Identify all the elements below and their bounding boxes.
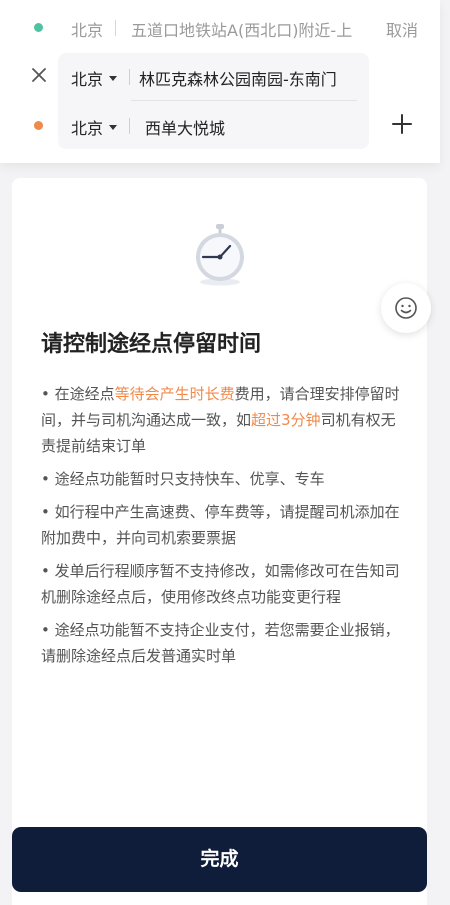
page: 北京 五道口地铁站A(西北口)附近-上 取消 北京 林匹克森林公园南园-东南门 … [0,0,450,905]
rule-text: • 发单后行程顺序暂不支持修改，如需修改可在告知司机删除途经点后，使用修改终点功… [41,562,400,606]
destination-city-select[interactable]: 北京 [71,115,118,139]
sheet-title: 请控制途经点停留时间 [41,332,262,357]
row-divider [131,100,357,101]
waypoint-rules-sheet: 请控制途经点停留时间 • 在途经点等待会产生时长费费用，请合理安排停留时间，并与… [12,178,427,905]
destination-divider [129,118,130,134]
start-address[interactable]: 五道口地铁站A(西北口)附近-上 [131,17,367,41]
via-address-input[interactable]: 林匹克森林公园南园-东南门 [139,66,361,90]
feedback-button[interactable] [381,283,431,333]
done-button[interactable]: 完成 [12,827,427,892]
destination-city-label: 北京 [71,119,104,138]
rule-item: • 途经点功能暂时只支持快车、优享、专车 [41,466,406,492]
smiley-icon [395,297,417,319]
destination-dot [34,121,43,130]
via-divider [129,69,130,85]
cancel-button[interactable]: 取消 [386,17,418,41]
destination-address-input[interactable]: 西单大悦城 [145,115,225,139]
start-row[interactable]: 北京 五道口地铁站A(西北口)附近-上 取消 [0,0,440,56]
rule-text: • 途经点功能暂时只支持快车、优享、专车 [41,470,325,488]
rule-highlight-text: 超过3分钟 [251,411,321,429]
route-panel: 北京 五道口地铁站A(西北口)附近-上 取消 北京 林匹克森林公园南园-东南门 … [0,0,440,163]
rule-text: • 如行程中产生高速费、停车费等，请提醒司机添加在附加费中，并向司机索要票据 [41,503,400,547]
via-city-label: 北京 [71,70,104,89]
close-icon[interactable] [30,66,48,84]
rules-list: • 在途经点等待会产生时长费费用，请合理安排停留时间，并与司机沟通达成一致，如超… [41,381,406,676]
chevron-down-icon [109,76,118,81]
stopwatch-icon [192,222,248,288]
chevron-down-icon [109,125,118,130]
rule-text: • 在途经点 [41,385,115,403]
rule-item: • 在途经点等待会产生时长费费用，请合理安排停留时间，并与司机沟通达成一致，如超… [41,381,406,459]
rule-item: • 途经点功能暂不支持企业支付，若您需要企业报销，请删除途经点后发普通实时单 [41,617,406,669]
plus-icon[interactable] [390,112,414,136]
rule-text: • 途经点功能暂不支持企业支付，若您需要企业报销，请删除途经点后发普通实时单 [41,621,400,665]
rule-item: • 如行程中产生高速费、停车费等，请提醒司机添加在附加费中，并向司机索要票据 [41,499,406,551]
via-city-select[interactable]: 北京 [71,66,118,90]
start-divider [115,20,116,36]
rule-highlight-text: 等待会产生时长费 [114,385,235,403]
start-dot [34,23,43,32]
start-city[interactable]: 北京 [71,17,103,41]
rule-item: • 发单后行程顺序暂不支持修改，如需修改可在告知司机删除途经点后，使用修改终点功… [41,558,406,610]
